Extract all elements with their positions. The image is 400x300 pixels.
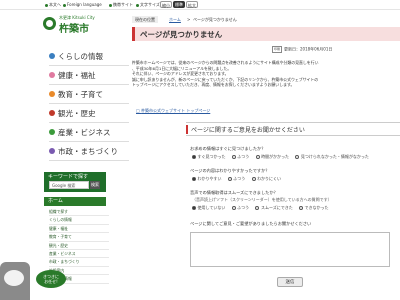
radio-icon: [227, 177, 232, 181]
skip-to-content-link[interactable]: 本文へ: [45, 2, 61, 8]
subnav-item[interactable]: 観光・歴史: [49, 242, 109, 250]
page-title-bar: ページが見つかりません: [132, 27, 400, 41]
radio-icon: [231, 155, 236, 159]
radio-icon: [255, 155, 260, 159]
global-nav: くらしの情報 健康・福祉 教育・子育て 観光・歴史 産業・ビジネス 市政・まちづ…: [49, 47, 129, 161]
home-section-header[interactable]: ホーム: [44, 197, 106, 206]
print-icon[interactable]: 印刷: [272, 46, 282, 53]
keyword-search-title: キーワードで探す: [48, 174, 89, 180]
font-size-large-button[interactable]: 拡大: [186, 1, 198, 8]
feedback-question-audio: 音声での情報取得はスムーズにできましたか？: [190, 190, 278, 195]
subnav-item[interactable]: 組織で探す: [49, 208, 109, 217]
radio-option[interactable]: ふつう: [231, 205, 249, 211]
radio-icon: [251, 177, 256, 181]
health-icon: [49, 72, 55, 78]
subnav-item[interactable]: 教育・子育て: [49, 233, 109, 242]
feedback-question-comments: ページに関してご意見・ご要望がありましたらお聞かせください: [190, 221, 312, 226]
nav-item-living[interactable]: くらしの情報: [49, 47, 129, 66]
search-input[interactable]: Google 検索: [49, 181, 89, 189]
feedback-options-clarity: わかりやすい ふつう わかりにくい: [192, 176, 286, 182]
breadcrumb: 現在の位置 ホーム > ページが見つかりません: [132, 16, 400, 24]
radio-option[interactable]: わかりにくい: [251, 176, 281, 182]
radio-option[interactable]: できなかった: [299, 205, 329, 211]
bullet-icon: [109, 3, 112, 7]
foreign-language-link[interactable]: Foreign language: [63, 2, 102, 7]
subnav-item[interactable]: 市政・まちづくり: [49, 258, 109, 267]
mascot-character-icon: [0, 258, 38, 300]
tourism-icon: [49, 110, 55, 116]
not-found-message: 杵築市ホームページでは、従来のページからの問題点を改善されるようにサイト構成や分…: [132, 60, 319, 88]
breadcrumb-home-link[interactable]: ホーム: [166, 16, 184, 23]
radio-option[interactable]: ふつう: [227, 176, 245, 182]
radio-selected-icon: [192, 155, 196, 159]
nav-item-business[interactable]: 産業・ビジネス: [49, 123, 129, 142]
education-icon: [49, 91, 55, 97]
radio-option[interactable]: 見つけられなかった・情報がなかった: [295, 154, 369, 160]
feedback-heading: ページに関するご意見をお聞かせください: [191, 127, 305, 134]
feedback-heading-bar: ページに関するご意見をお聞かせください: [186, 122, 400, 136]
breadcrumb-current-label: 現在の位置: [132, 16, 158, 23]
radio-icon: [231, 206, 236, 210]
radio-selected-icon: [192, 177, 196, 181]
site-top-link[interactable]: □ 杵築市公式ウェブサイト トップページ: [136, 108, 210, 114]
top-bar: 本文へ Foreign language 携帯サイト 文字サイズ 縮小 標準 拡…: [0, 0, 400, 10]
font-size-standard-button[interactable]: 標準: [173, 1, 185, 8]
radio-option[interactable]: 時間がかかった: [255, 154, 289, 160]
nav-item-education[interactable]: 教育・子育て: [49, 85, 129, 104]
feedback-options-findability: すぐ見つかった ふつう 時間がかかった 見つけられなかった・情報がなかった: [192, 154, 374, 160]
bullet-icon: [63, 3, 66, 7]
feedback-note-audio: （音声読上げソフト（スクリーンリーダー）を使用している方への質問です）: [192, 197, 332, 202]
subnav-item[interactable]: くらしの情報: [49, 216, 109, 225]
nav-item-city-government[interactable]: 市政・まちづくり: [49, 142, 129, 161]
radio-icon: [295, 155, 300, 159]
bullet-icon: [136, 3, 139, 7]
updated-date: 印刷 更新日：2018年06月01日: [272, 46, 333, 53]
left-column: 木更津 Kitsuki City 杵築市 くらしの情報 健康・福祉 教育・子育て…: [0, 10, 130, 300]
feedback-question-clarity: ページの内容はわかりやすかったですか？: [190, 168, 270, 173]
feedback-options-audio: 使用していない ふつう スムーズにできた できなかった: [192, 205, 334, 211]
mobile-site-link[interactable]: 携帯サイト: [109, 2, 133, 8]
submit-button[interactable]: 送信: [277, 277, 303, 287]
keyword-search-panel: キーワードで探す Google 検索 検索: [44, 172, 106, 192]
radio-option[interactable]: 使用していない: [192, 205, 225, 211]
site-logo[interactable]: 木更津 Kitsuki City 杵築市: [43, 14, 105, 40]
bullet-icon: [45, 3, 48, 7]
search-button[interactable]: 検索: [90, 181, 100, 189]
city-government-icon: [49, 148, 55, 154]
radio-option[interactable]: すぐ見つかった: [192, 154, 226, 160]
radio-selected-icon: [192, 206, 196, 210]
nav-item-health[interactable]: 健康・福祉: [49, 66, 129, 85]
radio-option[interactable]: わかりやすい: [192, 176, 222, 182]
subnav-item[interactable]: 産業・ビジネス: [49, 250, 109, 259]
feedback-comment-textarea[interactable]: [190, 232, 390, 267]
nav-item-tourism[interactable]: 観光・歴史: [49, 104, 129, 123]
feedback-question-findability: お求めの情報はすぐに見つけましたか？: [190, 146, 266, 151]
radio-icon: [255, 206, 260, 210]
font-size-label: 文字サイズ: [136, 2, 160, 8]
radio-option[interactable]: ふつう: [231, 154, 249, 160]
breadcrumb-current-page: ページが見つかりません: [193, 17, 237, 22]
radio-option[interactable]: スムーズにできた: [255, 205, 293, 211]
page-title: ページが見つかりません: [140, 30, 223, 39]
subnav-item[interactable]: 健康・福祉: [49, 225, 109, 234]
living-icon: [49, 53, 55, 59]
font-size-small-button[interactable]: 縮小: [160, 1, 172, 8]
city-emblem-icon: [43, 17, 56, 30]
mascot-speech-bubble[interactable]: きつきに お任せ!: [36, 270, 66, 288]
business-icon: [49, 129, 55, 135]
radio-icon: [299, 206, 304, 210]
